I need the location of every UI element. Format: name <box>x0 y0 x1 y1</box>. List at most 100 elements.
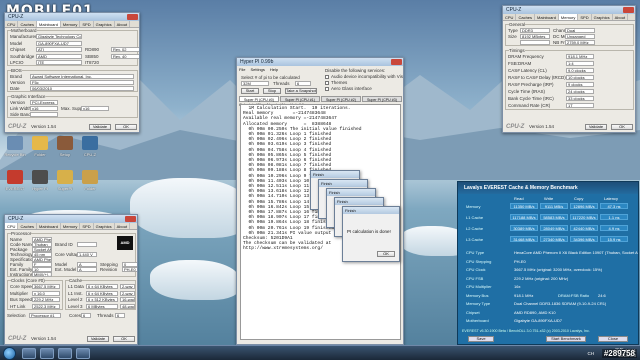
everest-taskbar-icon[interactable] <box>76 348 90 359</box>
explorer-icon[interactable] <box>22 348 36 359</box>
field-value: 2759.0 MHz <box>565 40 595 45</box>
desktop-icon-hyper-pi[interactable] <box>32 170 48 184</box>
desktop-icon-cpu-z[interactable] <box>82 136 98 150</box>
tab-graphics[interactable]: Graphics <box>592 14 613 20</box>
dialog-title[interactable]: Finish <box>343 207 399 214</box>
title-bar[interactable]: CPU-Z <box>5 215 137 223</box>
field-label: Revision <box>100 267 118 272</box>
result-cell: 31468 MB/s <box>510 236 538 242</box>
service-checkbox[interactable] <box>325 81 329 85</box>
cpuz-memory-window[interactable]: CPU-Z CPU Caches Mainboard Memory SPD Graphic… <box>502 5 636 133</box>
tab-memory[interactable]: Memory <box>61 21 81 27</box>
cpuz-mainboard-window[interactable]: CPU-Z CPU Caches Mainboard Memory SPD Graphic… <box>4 12 140 133</box>
tab-cpu-3[interactable]: Super PI (CPU #3) <box>362 96 402 102</box>
processor-select[interactable]: Processor #1 <box>29 313 61 318</box>
cache-label: Level 3 <box>68 303 83 309</box>
tab-caches[interactable]: Caches <box>18 21 38 27</box>
validate-button[interactable]: Validate <box>585 124 607 130</box>
close-icon[interactable] <box>623 7 634 13</box>
tab-graphics[interactable]: Graphics <box>94 21 115 27</box>
title-bar[interactable]: Hyper PI 0.99b <box>237 58 403 66</box>
desktop-icon-recycle-bin[interactable] <box>7 136 23 150</box>
tab-caches[interactable]: Caches <box>18 223 38 229</box>
title-bar[interactable]: CPU-Z <box>503 6 635 14</box>
tab-memory[interactable]: Memory <box>61 223 81 229</box>
cpuz-cpu-window[interactable]: CPU-Z CPU Caches Mainboard Memory SPD Graphic… <box>4 214 138 345</box>
cpuz-taskbar-icon[interactable] <box>40 348 54 359</box>
info-value: AMD RD890, AMD K10 <box>514 309 556 315</box>
ok-button[interactable]: OK <box>113 336 135 342</box>
menu-item-file[interactable]: File <box>239 67 245 72</box>
result-cell: 11350 MB/s <box>510 203 538 209</box>
field-value: 24 clocks <box>566 89 594 94</box>
close-icon[interactable] <box>127 14 138 20</box>
finish-dialog[interactable]: Finish PI calculation is done! OK <box>342 206 400 262</box>
dialog-title[interactable]: Finish <box>335 198 383 205</box>
tab-about[interactable]: About <box>613 14 629 20</box>
tab-mainboard[interactable]: Mainboard <box>535 14 559 20</box>
version-text: Version 1.54 <box>31 336 57 341</box>
window-title: Hyper PI 0.99b <box>240 59 274 65</box>
tab-mainboard[interactable]: Mainboard <box>37 21 61 27</box>
ok-button[interactable]: OK <box>611 124 633 130</box>
start-benchmark-button[interactable]: Start Benchmark <box>546 336 586 342</box>
tab-about[interactable]: About <box>115 223 131 229</box>
digits-select[interactable]: 32M <box>241 81 269 86</box>
desktop-icon-setup[interactable] <box>57 136 73 150</box>
take-a-snapshot-button[interactable]: Take a Snapshot <box>285 88 317 94</box>
tab-cpu-0[interactable]: Super PI (CPU #0) <box>239 96 279 102</box>
tab-cpu[interactable]: CPU <box>5 21 19 27</box>
tab-cpu[interactable]: CPU <box>503 14 517 20</box>
tab-about[interactable]: About <box>115 21 131 27</box>
stop-button[interactable]: Stop <box>263 88 281 94</box>
menu-item-help[interactable]: Help <box>270 67 278 72</box>
tab-graphics[interactable]: Graphics <box>94 223 115 229</box>
desktop-icon-folder[interactable] <box>82 170 98 184</box>
field-label: Cycle Time (tRAS) <box>508 89 546 94</box>
field-value: 918.1 MHz <box>566 54 594 59</box>
tab-cpu-2[interactable]: Super PI (CPU #2) <box>321 96 361 102</box>
desktop-icon-folder[interactable] <box>32 136 48 150</box>
tab-spd[interactable]: SPD <box>80 223 94 229</box>
ok-button[interactable]: OK <box>115 124 137 130</box>
result-cell: 15.9 ns <box>600 236 628 242</box>
dialog-title[interactable]: Finish <box>319 180 367 187</box>
tab-spd[interactable]: SPD <box>578 14 592 20</box>
tab-cpu-1[interactable]: Super PI (CPU #1) <box>280 96 320 102</box>
field-label: Multiplier <box>10 290 29 296</box>
menu-item-settings[interactable]: Settings <box>250 67 264 72</box>
dialog-title[interactable]: Finish <box>311 171 359 178</box>
tab-cpu[interactable]: CPU <box>5 223 19 229</box>
close-icon[interactable] <box>125 216 136 222</box>
field-value: ATI <box>36 47 82 52</box>
column-header: Write <box>544 196 554 201</box>
everest-benchmark-window[interactable]: Lavalys EVEREST Cache & Memory Benchmark… <box>457 181 639 345</box>
hyperpi-taskbar-icon[interactable] <box>58 348 72 359</box>
window-title: CPU-Z <box>8 216 24 222</box>
field-value: 1T <box>566 103 594 108</box>
group-label: Motherboard <box>11 28 37 33</box>
tab-spd[interactable]: SPD <box>80 21 94 27</box>
service-checkbox[interactable] <box>325 75 329 79</box>
start-button[interactable] <box>3 347 16 360</box>
validate-button[interactable]: Validate <box>87 336 109 342</box>
tab-mainboard[interactable]: Mainboard <box>37 223 61 229</box>
validate-button[interactable]: Validate <box>89 124 111 130</box>
close-button[interactable]: Close <box>598 336 628 342</box>
desktop-icon-everest[interactable] <box>7 170 23 184</box>
field-label: FSB:DRAM <box>508 61 532 66</box>
desktop-icon-superpi[interactable] <box>57 170 73 184</box>
close-icon[interactable] <box>391 59 402 65</box>
tab-memory[interactable]: Memory <box>558 14 579 20</box>
threads-value: 6 <box>115 313 125 318</box>
tab-caches[interactable]: Caches <box>516 14 536 20</box>
timings-group: Timings DRAM Frequency 918.1 MHz FSB:DRAM 1… <box>505 48 634 110</box>
language-indicator[interactable]: CH <box>588 351 595 356</box>
start-button[interactable]: Start <box>241 88 259 94</box>
title-bar[interactable]: CPU-Z <box>5 13 139 21</box>
service-checkbox[interactable] <box>325 87 329 91</box>
save-button[interactable]: Save <box>468 336 494 342</box>
ok-button[interactable]: OK <box>377 251 395 257</box>
threads-select[interactable]: 6 <box>295 81 311 86</box>
dialog-title[interactable]: Finish <box>327 189 375 196</box>
